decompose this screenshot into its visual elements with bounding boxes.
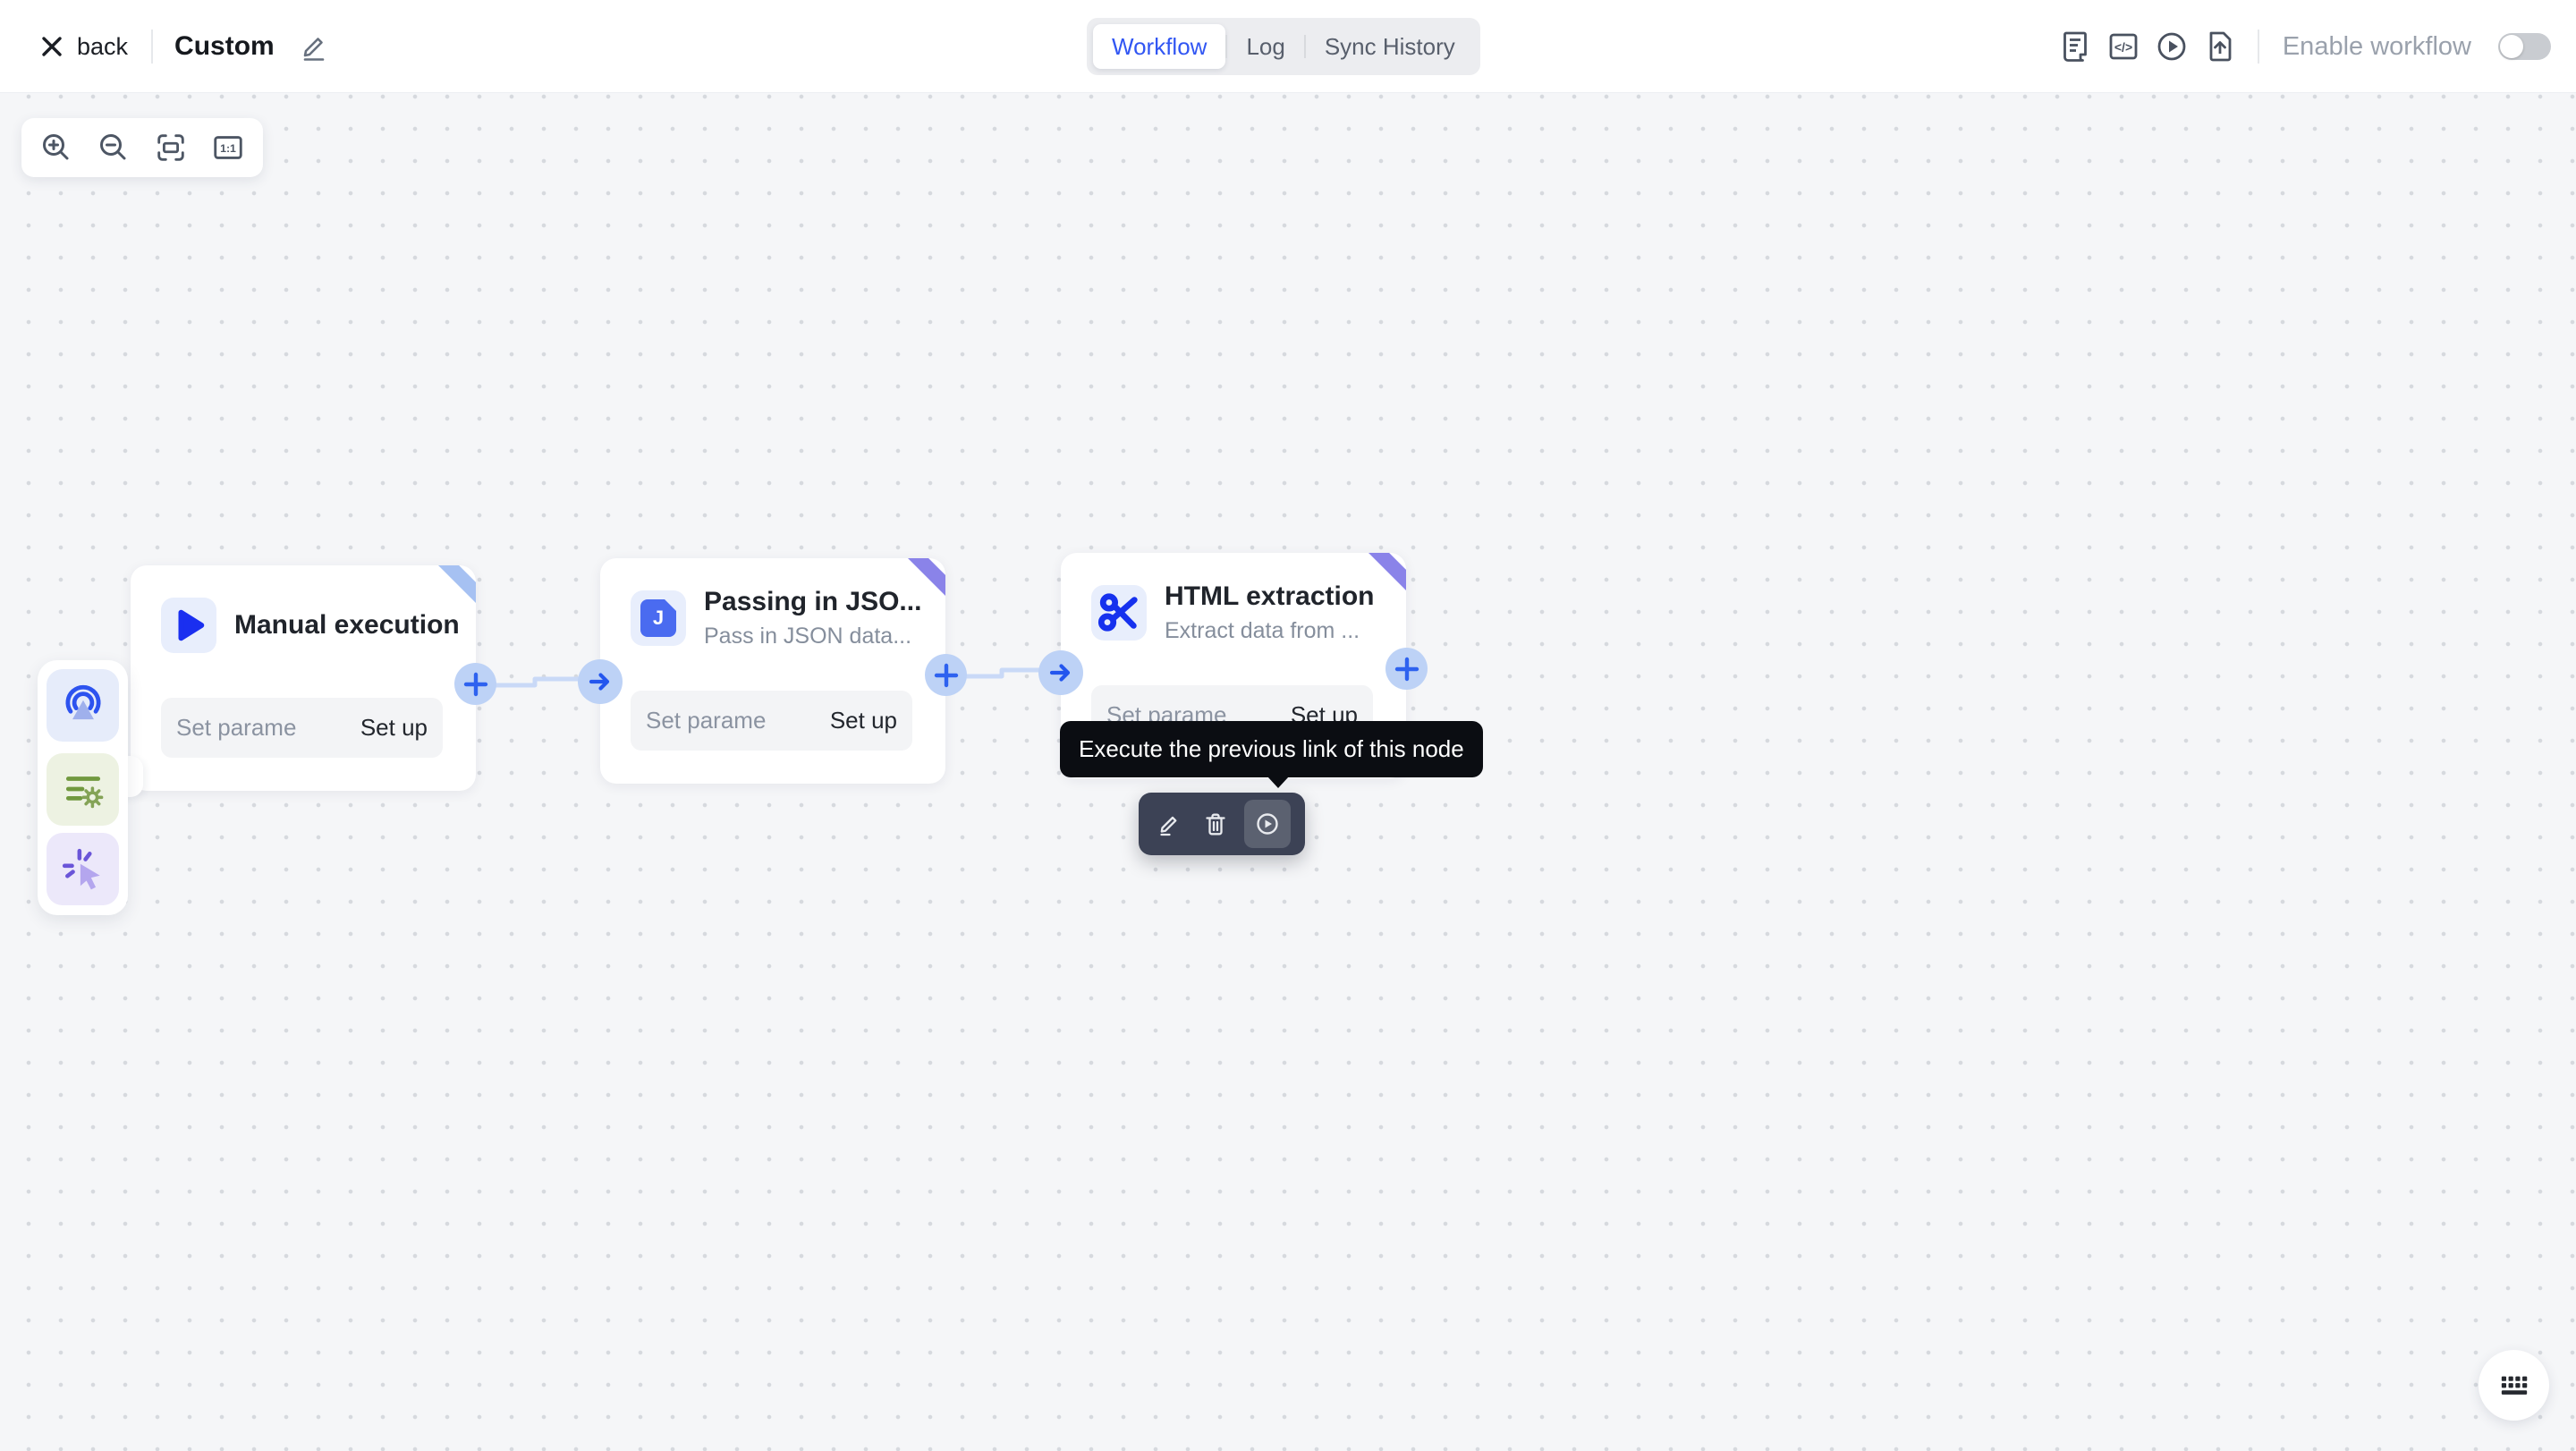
tooltip-text: Execute the previous link of this node — [1079, 735, 1464, 762]
back-label: back — [77, 32, 129, 60]
top-bar: back Custom Workflow Log Sync History </… — [0, 0, 2576, 93]
code-icon: </> — [2109, 33, 2138, 60]
rename-button[interactable] — [298, 30, 330, 63]
svg-text:</>: </> — [2114, 40, 2132, 55]
delete-node-button[interactable] — [1198, 806, 1233, 842]
node-param-bar: Set parame Set up — [161, 698, 443, 758]
node-manual-execution[interactable]: Manual execution Set parame Set up — [131, 565, 476, 791]
plus-icon — [1394, 657, 1419, 681]
zoom-in-button[interactable] — [34, 125, 79, 170]
edit-pencil-icon — [303, 38, 325, 61]
param-label: Set parame — [176, 714, 297, 741]
execute-previous-link-button[interactable] — [1244, 800, 1291, 848]
zoom-in-icon — [43, 134, 69, 160]
add-node-button[interactable] — [454, 663, 496, 705]
palette-item-parameter-settings[interactable] — [47, 753, 119, 826]
execute-icon — [1257, 813, 1278, 835]
zoom-out-button[interactable] — [91, 125, 136, 170]
node-title: Manual execution — [234, 610, 460, 640]
header-divider — [151, 30, 154, 64]
header-divider — [2257, 30, 2259, 64]
publish-icon — [2209, 31, 2232, 62]
log-document-icon — [2063, 31, 2087, 62]
actual-size-icon: 1:1 — [214, 136, 242, 159]
workflow-title: Custom — [174, 31, 275, 61]
manual-click-icon — [62, 848, 100, 889]
delete-icon — [1206, 813, 1225, 836]
run-workflow-button[interactable] — [2152, 27, 2191, 66]
enable-workflow-label: Enable workflow — [2282, 31, 2471, 61]
scissors-icon — [1097, 593, 1138, 632]
actual-size-label: 1:1 — [220, 142, 236, 155]
arrow-right-icon — [589, 673, 610, 691]
node-icon-tile: J — [631, 590, 686, 646]
tab-workflow[interactable]: Workflow — [1093, 24, 1226, 69]
edit-icon — [1160, 816, 1177, 836]
node-icon-tile — [1091, 585, 1147, 641]
node-subtitle: Pass in JSON data... — [704, 624, 912, 649]
palette-item-manual-click[interactable] — [47, 833, 119, 905]
play-icon — [178, 609, 205, 641]
setup-button[interactable]: Set up — [830, 707, 897, 734]
node-title: HTML extraction — [1165, 581, 1375, 611]
input-port[interactable] — [1038, 650, 1083, 695]
node-icon-tile — [161, 598, 216, 653]
node-action-toolbar — [1139, 793, 1305, 855]
add-node-button[interactable] — [925, 654, 967, 696]
input-port[interactable] — [578, 659, 623, 704]
param-label: Set parame — [646, 707, 767, 734]
trigger-icon — [64, 684, 101, 719]
close-icon — [42, 37, 62, 56]
json-icon: J — [640, 599, 676, 637]
tooltip-caret — [1267, 776, 1289, 788]
plus-icon — [934, 663, 958, 687]
code-view-button[interactable]: </> — [2104, 27, 2143, 66]
tooltip: Execute the previous link of this node — [1060, 721, 1483, 788]
edit-node-button[interactable] — [1151, 806, 1187, 842]
node-passing-in-json[interactable]: J Passing in JSO... Pass in JSON data...… — [600, 558, 945, 784]
toggle-knob — [2500, 35, 2523, 58]
tab-log[interactable]: Log — [1227, 24, 1303, 69]
view-tabs: Workflow Log Sync History — [1087, 18, 1480, 75]
arrow-right-icon — [1049, 664, 1071, 682]
zoom-out-icon — [100, 134, 126, 160]
parameter-settings-icon — [65, 776, 103, 808]
keyboard-shortcuts-button[interactable] — [2479, 1350, 2549, 1421]
node-title: Passing in JSO... — [704, 587, 922, 616]
keyboard-icon — [2501, 1376, 2527, 1395]
enable-workflow-toggle[interactable] — [2498, 33, 2551, 60]
canvas-zoom-toolbar: 1:1 — [21, 118, 263, 177]
node-param-bar: Set parame Set up — [631, 691, 912, 751]
log-document-button[interactable] — [2055, 27, 2095, 66]
plus-icon — [463, 672, 487, 696]
setup-button[interactable]: Set up — [360, 714, 428, 742]
node-subtitle: Extract data from ... — [1165, 618, 1360, 643]
tab-sync-history[interactable]: Sync History — [1306, 24, 1474, 69]
actual-size-button[interactable]: 1:1 — [206, 125, 250, 170]
node-palette — [38, 660, 128, 915]
fit-view-button[interactable] — [148, 125, 193, 170]
back-button[interactable]: back — [39, 33, 128, 61]
publish-button[interactable] — [2200, 27, 2240, 66]
run-icon — [2157, 32, 2186, 61]
palette-item-trigger[interactable] — [47, 669, 119, 742]
fit-view-icon — [157, 134, 184, 161]
add-node-button[interactable] — [1385, 648, 1428, 690]
